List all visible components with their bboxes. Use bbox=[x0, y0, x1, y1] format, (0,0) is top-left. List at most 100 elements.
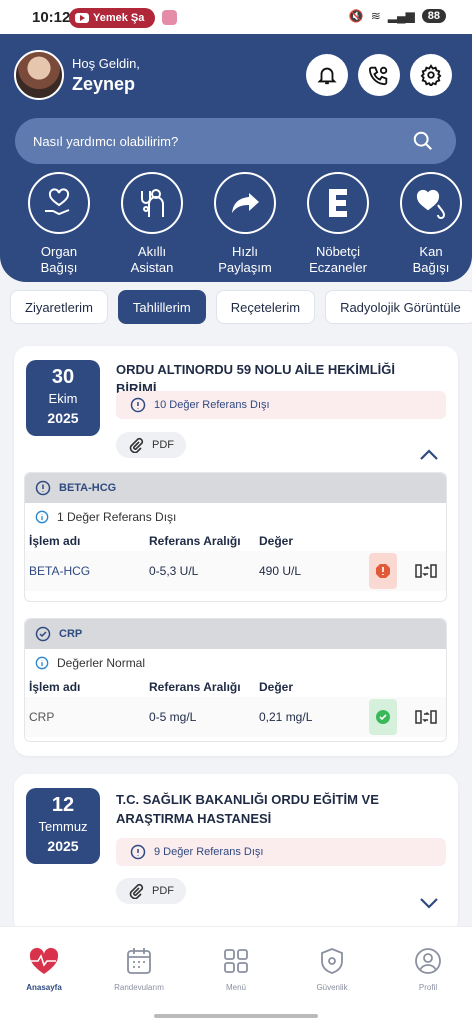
pharmacy-e-icon bbox=[329, 189, 347, 217]
nav-profile[interactable]: Profil bbox=[388, 945, 468, 992]
info-circle-icon bbox=[130, 844, 146, 860]
paperclip-icon bbox=[129, 883, 144, 899]
visit-day: 12 bbox=[51, 794, 75, 816]
bottom-navigation: Anasayfa Randevularım Menü Güvenlik Prof… bbox=[0, 926, 472, 1024]
quick-label-line1: Hızlı bbox=[232, 244, 258, 259]
col-reference: Referans Aralığı bbox=[149, 680, 241, 694]
col-reference: Referans Aralığı bbox=[149, 534, 241, 548]
chevron-down-icon[interactable] bbox=[418, 896, 440, 910]
visit-date-badge: 30 Ekim 2025 bbox=[26, 360, 100, 436]
visit-year: 2025 bbox=[47, 838, 79, 854]
tab-visits[interactable]: Ziyaretlerim bbox=[10, 290, 108, 324]
share-arrow-icon bbox=[232, 193, 259, 213]
quick-label-line1: Kan bbox=[419, 244, 443, 259]
signal-icon: ▂▄▆ bbox=[387, 9, 415, 23]
nav-label: Randevularım bbox=[114, 983, 164, 992]
status-bar: 10:12 Yemek Şa 🔇 ≋ ▂▄▆ 88 bbox=[0, 0, 472, 34]
nav-appointments[interactable]: Randevularım bbox=[99, 945, 179, 992]
quick-label-line1: Akıllı bbox=[137, 244, 167, 259]
normal-status-badge bbox=[369, 699, 397, 735]
out-of-range-text: 9 Değer Referans Dışı bbox=[154, 846, 264, 858]
test-note: 1 Değer Referans Dışı bbox=[25, 503, 446, 531]
avatar[interactable] bbox=[14, 50, 64, 100]
compare-icon[interactable] bbox=[415, 709, 437, 725]
settings-button[interactable] bbox=[410, 54, 452, 96]
wifi-icon: ≋ bbox=[370, 9, 381, 23]
youtube-icon bbox=[75, 13, 89, 23]
quick-pharmacies[interactable]: Nöbetçi Eczaneler bbox=[292, 172, 384, 276]
visit-date-badge: 12 Temmuz 2025 bbox=[26, 788, 100, 864]
test-header[interactable]: CRP bbox=[25, 619, 446, 649]
battery-indicator: 88 bbox=[421, 9, 446, 23]
search-bar[interactable]: Nasıl yardımcı olabilirim? bbox=[15, 118, 456, 164]
visit-day: 30 bbox=[51, 366, 75, 388]
nav-home[interactable]: Anasayfa bbox=[4, 945, 84, 992]
nav-menu[interactable]: Menü bbox=[196, 945, 276, 992]
table-header: İşlem adı Referans Aralığı Değer bbox=[25, 677, 446, 697]
shield-gear-icon bbox=[321, 948, 343, 974]
test-result-crp: CRP Değerler Normal İşlem adı Referans A… bbox=[24, 618, 447, 742]
row-procedure: CRP bbox=[29, 710, 55, 724]
user-name: Zeynep bbox=[72, 74, 136, 94]
col-procedure: İşlem adı bbox=[29, 680, 81, 694]
quick-smart-assistant[interactable]: Akıllı Asistan bbox=[106, 172, 198, 276]
row-value: 0,21 mg/L bbox=[259, 710, 313, 724]
out-of-range-summary[interactable]: 10 Değer Referans Dışı bbox=[116, 391, 446, 419]
notifications-button[interactable] bbox=[306, 54, 348, 96]
chevron-up-icon[interactable] bbox=[418, 448, 440, 462]
pdf-label: PDF bbox=[152, 439, 174, 451]
info-icon bbox=[35, 656, 49, 670]
heart-hand-icon bbox=[45, 188, 70, 216]
home-indicator bbox=[154, 1014, 318, 1018]
nav-label: Güvenlik bbox=[316, 983, 348, 992]
col-value: Değer bbox=[259, 680, 294, 694]
paperclip-icon bbox=[129, 437, 144, 453]
visit-year: 2025 bbox=[47, 410, 79, 426]
nav-label: Menü bbox=[225, 983, 246, 992]
status-icons: 🔇 ≋ ▂▄▆ 88 bbox=[349, 9, 446, 23]
quick-blood-donation[interactable]: Kan Bağışı bbox=[385, 172, 472, 276]
quick-share[interactable]: Hızlı Paylaşım bbox=[199, 172, 291, 276]
alert-circle-icon bbox=[35, 480, 51, 496]
warning-octagon-icon bbox=[376, 564, 390, 578]
tab-tests[interactable]: Tahlillerim bbox=[117, 290, 206, 324]
pdf-label: PDF bbox=[152, 885, 174, 897]
compare-icon[interactable] bbox=[415, 563, 437, 579]
visit-month: Temmuz bbox=[38, 819, 88, 834]
quick-organ-donation[interactable]: Organ Bağışı bbox=[13, 172, 105, 276]
info-circle-icon bbox=[130, 397, 146, 413]
table-row[interactable]: BETA-HCG 0-5,3 U/L 490 U/L bbox=[25, 551, 446, 591]
quick-label-line2: Bağışı bbox=[412, 260, 450, 275]
row-procedure: BETA-HCG bbox=[29, 564, 91, 578]
col-procedure: İşlem adı bbox=[29, 534, 81, 548]
table-row[interactable]: CRP 0-5 mg/L 0,21 mg/L bbox=[25, 697, 446, 737]
emergency-call-button[interactable] bbox=[358, 54, 400, 96]
header: Hoş Geldin, Zeynep Nasıl yardımcı olabil… bbox=[0, 34, 472, 282]
test-header[interactable]: BETA-HCG bbox=[25, 473, 446, 503]
test-result-beta-hcg: BETA-HCG 1 Değer Referans Dışı İşlem adı… bbox=[24, 472, 447, 602]
pdf-button[interactable]: PDF bbox=[116, 432, 186, 458]
home-heart-icon bbox=[29, 947, 59, 974]
status-time: 10:12 bbox=[32, 9, 71, 26]
table-header: İşlem adı Referans Aralığı Değer bbox=[25, 531, 446, 551]
out-of-range-summary[interactable]: 9 Değer Referans Dışı bbox=[116, 838, 446, 866]
tab-radiology[interactable]: Radyolojik Görüntüle bbox=[325, 290, 472, 324]
visit-card: 30 Ekim 2025 ORDU ALTINORDU 59 NOLU AİLE… bbox=[14, 346, 458, 756]
tab-prescriptions[interactable]: Reçetelerim bbox=[215, 290, 316, 324]
youtube-media-chip[interactable]: Yemek Şa bbox=[69, 8, 155, 28]
calendar-icon bbox=[127, 948, 151, 974]
pdf-button[interactable]: PDF bbox=[116, 878, 186, 904]
phone-location-icon bbox=[368, 66, 388, 86]
row-reference: 0-5 mg/L bbox=[149, 710, 197, 724]
quick-label-line2: Bağışı bbox=[40, 260, 78, 275]
media-title: Yemek Şa bbox=[93, 12, 145, 24]
info-icon bbox=[35, 510, 49, 524]
search-icon bbox=[413, 131, 432, 150]
check-circle-icon bbox=[35, 626, 51, 642]
visit-card: 12 Temmuz 2025 T.C. SAĞLIK BAKANLIĞI ORD… bbox=[14, 774, 458, 934]
blood-drop-icon bbox=[416, 189, 446, 219]
nav-security[interactable]: Güvenlik bbox=[292, 945, 372, 992]
test-note-text: 1 Değer Referans Dışı bbox=[57, 510, 177, 524]
bell-icon bbox=[317, 67, 337, 85]
test-name: BETA-HCG bbox=[59, 482, 117, 494]
